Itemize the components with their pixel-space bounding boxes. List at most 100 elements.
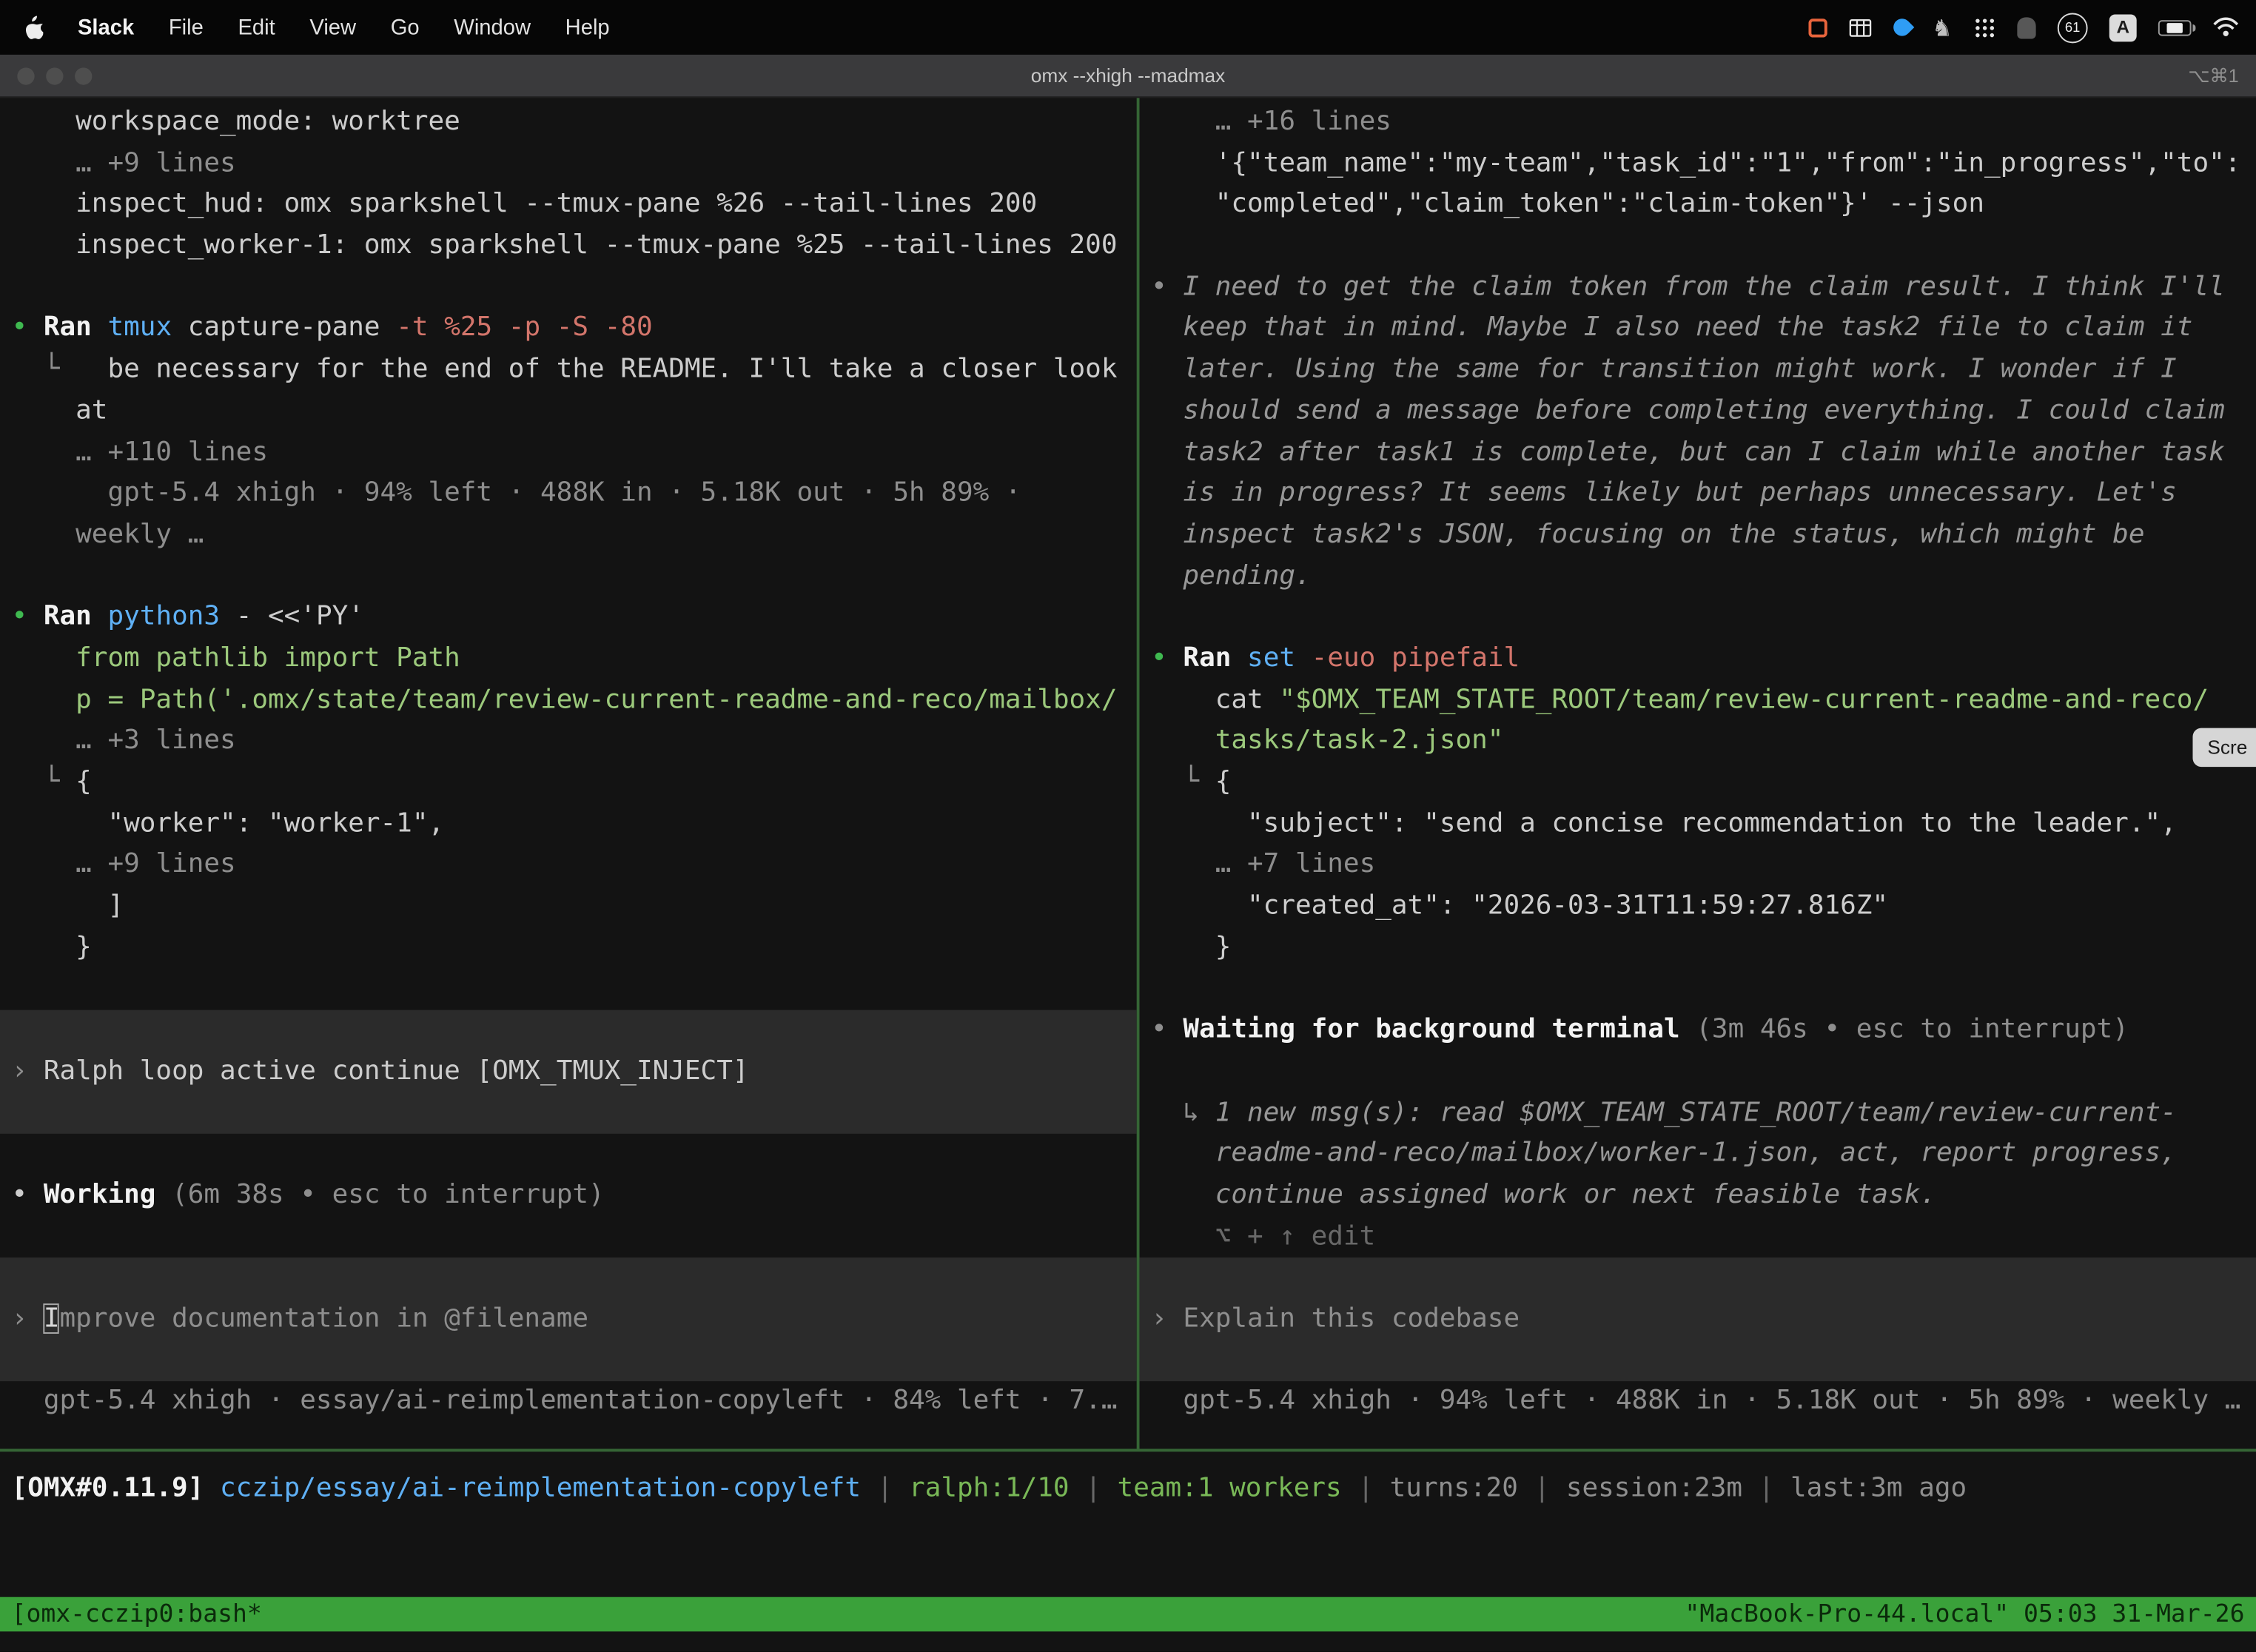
zoom-button[interactable] [75,67,92,84]
app-menu-slack[interactable]: Slack [78,15,134,39]
omx-hud-pane: [OMX#0.11.9] cczip/essay/ai-reimplementa… [0,1449,2256,1597]
terminal-line [0,556,1137,597]
battery-percent-value: 61 [2065,19,2081,35]
terminal-line: tasks/task-2.json" [1140,722,2256,763]
close-button[interactable] [17,67,34,84]
menu-file[interactable]: File [169,15,204,39]
terminal-line [0,1217,1137,1258]
terminal-line: keep that in mind. Maybe I also need the… [1140,309,2256,350]
menu-bar-status-icons: ♞ 61 A [1808,13,2239,43]
terminal-line [0,267,1137,309]
terminal-line: cat "$OMX_TEAM_STATE_ROOT/team/review-cu… [1140,680,2256,722]
grid-icon[interactable] [1848,18,1871,36]
apple-menu-icon[interactable] [23,15,43,39]
terminal-line: readme-and-reco/mailbox/worker-1.json, a… [1140,1134,2256,1175]
terminal-line: } [0,927,1137,969]
terminal-line: gpt-5.4 xhigh · 94% left · 488K in · 5.1… [0,474,1137,515]
terminal-line: inspect task2's JSON, focusing on the st… [1140,515,2256,557]
menu-bar: Slack File Edit View Go Window Help ♞ 61 A [0,0,2256,55]
menu-help[interactable]: Help [565,15,610,39]
terminal-line: … +16 lines [1140,102,2256,144]
terminal-line [1140,969,2256,1010]
terminal-line: continue assigned work or next feasible … [1140,1175,2256,1217]
terminal-line: "subject": "send a concise recommendatio… [1140,804,2256,845]
terminal-line: } [1140,927,2256,969]
tmux-session-info: [omx-cczip0:bash* [12,1600,262,1629]
terminal-line: inspect_hud: omx sparkshell --tmux-pane … [0,185,1137,226]
queued-message[interactable]: › Ralph loop active continue [OMX_TMUX_I… [0,1010,1137,1134]
terminal-line: "created_at": "2026-03-31T11:59:27.816Z" [1140,887,2256,928]
terminal-line: p = Path('.omx/state/team/review-current… [0,680,1137,722]
wifi-icon[interactable] [2213,17,2239,37]
omx-status-line: [OMX#0.11.9] cczip/essay/ai-reimplementa… [0,1469,2256,1511]
screen-notification-overlay[interactable]: Scre [2193,728,2256,767]
terminal-line: '{"team_name":"my-team","task_id":"1","f… [1140,144,2256,185]
terminal-line: • Working (6m 38s • esc to interrupt) [0,1175,1137,1217]
terminal-line: at [0,391,1137,432]
terminal-line: └ { [0,762,1137,804]
menu-items: File Edit View Go Window Help [169,15,610,39]
terminal-line: weekly … [0,515,1137,557]
terminal-line: • I need to get the claim token from the… [1140,267,2256,309]
terminal-line [0,969,1137,1010]
terminal-line: is in progress? It seems likely but perh… [1140,474,2256,515]
terminal-line: "completed","claim_token":"claim-token"}… [1140,185,2256,226]
terminal-line: ] [0,887,1137,928]
tmux-host-time: "MacBook-Pro-44.local" 05:03 31-Mar-26 [1685,1600,2244,1629]
terminal-line [1140,1052,2256,1093]
ghost-icon[interactable] [2017,16,2035,38]
terminal-line [1140,597,2256,639]
input-source-icon[interactable]: A [2109,13,2137,41]
terminal-window: omx --xhigh --madmax ⌥⌘1 workspace_mode:… [0,55,2256,1652]
tmux-pane-left[interactable]: workspace_mode: worktree … +9 lines insp… [0,98,1140,1448]
terminal-line: • Ran python3 - <<'PY' [0,597,1137,639]
battery-percent-badge[interactable]: 61 [2058,13,2088,43]
title-bar[interactable]: omx --xhigh --madmax ⌥⌘1 [0,55,2256,98]
minimize-button[interactable] [46,67,63,84]
terminal-line: workspace_mode: worktree [0,102,1137,144]
terminal-line: pending. [1140,556,2256,597]
terminal-line: • Ran set -euo pipefail [1140,639,2256,680]
window-title: omx --xhigh --madmax [0,64,2256,86]
terminal-line: gpt-5.4 xhigh · essay/ai-reimplementatio… [0,1382,1137,1423]
input-source-letter: A [2116,17,2129,37]
terminal-line: … +9 lines [0,144,1137,185]
knight-icon[interactable]: ♞ [1932,13,1953,41]
terminal-line: … +7 lines [1140,845,2256,887]
terminal-line: └ be necessary for the end of the README… [0,350,1137,392]
battery-icon[interactable] [2158,19,2192,35]
terminal-line: ⌥ + ↑ edit [1140,1217,2256,1258]
screen-recording-icon[interactable] [1808,18,1827,36]
terminal-line: • Waiting for background terminal (3m 46… [1140,1010,2256,1052]
droplet-icon[interactable] [1893,19,1910,36]
terminal-line [1140,226,2256,267]
terminal-line: … +3 lines [0,722,1137,763]
terminal-line: • Ran tmux capture-pane -t %25 -p -S -80 [0,309,1137,350]
terminal-line: ↳ 1 new msg(s): read $OMX_TEAM_STATE_ROO… [1140,1092,2256,1134]
terminal-line [0,1134,1137,1175]
window-shortcut: ⌥⌘1 [2188,64,2238,87]
terminal-line: from pathlib import Path [0,639,1137,680]
tmux-panes: workspace_mode: worktree … +9 lines insp… [0,98,2256,1448]
apps-grid-icon[interactable] [1974,16,1995,38]
terminal-line: inspect_worker-1: omx sparkshell --tmux-… [0,226,1137,267]
menu-bar-left: Slack File Edit View Go Window Help [23,15,610,39]
composer-input[interactable]: › Improve documentation in @filename [0,1258,1137,1382]
desktop: Slack File Edit View Go Window Help ♞ 61 A [0,0,2256,1652]
terminal-line: later. Using the same for transition mig… [1140,350,2256,392]
terminal-line: … +110 lines [0,432,1137,474]
menu-window[interactable]: Window [454,15,531,39]
tmux-pane-right[interactable]: … +16 lines '{"team_name":"my-team","tas… [1140,98,2256,1448]
window-bottom-strip [0,1631,2256,1651]
composer-input[interactable]: › Explain this codebase [1140,1258,2256,1381]
menu-edit[interactable]: Edit [238,15,275,39]
tmux-status-bar: [omx-cczip0:bash* "MacBook-Pro-44.local"… [0,1597,2256,1632]
menu-go[interactable]: Go [391,15,420,39]
terminal-line: … +9 lines [0,845,1137,887]
terminal-line: should send a message before completing … [1140,391,2256,432]
menu-view[interactable]: View [309,15,356,39]
terminal-line: task2 after task1 is complete, but can I… [1140,432,2256,474]
terminal-line: "worker": "worker-1", [0,804,1137,845]
terminal-line: gpt-5.4 xhigh · 94% left · 488K in · 5.1… [1140,1382,2256,1423]
terminal-line: └ { [1140,762,2256,804]
